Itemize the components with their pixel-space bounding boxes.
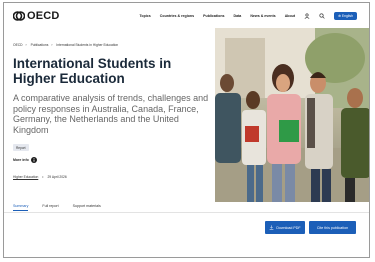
nav-topics[interactable]: Topics (139, 14, 150, 18)
topic-link[interactable]: Higher Education (13, 175, 38, 179)
tab-summary[interactable]: Summary (13, 204, 29, 211)
meta-separator: • (42, 175, 44, 179)
publication-date: 29 April 2026 (47, 175, 67, 179)
more-info-toggle[interactable]: More info (13, 157, 37, 163)
cite-publication-label: Cite this publication (316, 225, 349, 230)
cite-publication-button[interactable]: Cite this publication (309, 221, 356, 234)
page-subtitle: A comparative analysis of trends, challe… (13, 93, 209, 135)
search-icon[interactable] (319, 13, 325, 19)
download-pdf-button[interactable]: Download PDF (265, 221, 305, 234)
breadcrumb-separator: › (25, 43, 27, 47)
tab-support-materials[interactable]: Support materials (73, 204, 101, 211)
tabs-divider (4, 212, 369, 213)
download-pdf-label: Download PDF (276, 225, 301, 230)
breadcrumb-item-oecd[interactable]: OECD (13, 43, 23, 47)
nav-publications[interactable]: Publications (203, 14, 224, 18)
more-info-label: More info (13, 158, 29, 162)
logo-text: OECD (27, 10, 60, 22)
oecd-logo[interactable]: OECD (13, 10, 60, 22)
language-label: English (341, 14, 353, 18)
hero-image (215, 28, 369, 202)
breadcrumb-item-publications[interactable]: Publications (31, 43, 49, 47)
breadcrumb-separator: › (51, 43, 53, 47)
nav-news-events[interactable]: News & events (250, 14, 275, 18)
publication-meta: Higher Education • 29 April 2026 (13, 175, 67, 179)
user-icon[interactable] (304, 13, 310, 19)
info-icon (30, 157, 37, 163)
page-title: International Students in Higher Educati… (13, 56, 172, 86)
report-badge: Report (13, 144, 29, 151)
oecd-logo-icon (13, 11, 25, 21)
nav-countries-regions[interactable]: Countries & regions (160, 14, 194, 18)
nav-about[interactable]: About (285, 14, 295, 18)
site-header: OECD Topics Countries & regions Publicat… (4, 3, 369, 29)
main-nav: Topics Countries & regions Publications … (139, 12, 357, 20)
nav-data[interactable]: Data (234, 14, 242, 18)
page-frame: OECD Topics Countries & regions Publicat… (3, 2, 370, 258)
students-photo (215, 28, 369, 202)
breadcrumb: OECD › Publications › International Studen… (13, 43, 121, 47)
content-tabs: Summary Full report Support materials (13, 204, 101, 211)
breadcrumb-item-current: International Students in Higher Educati… (56, 43, 119, 47)
tab-full-report[interactable]: Full report (42, 204, 58, 211)
download-icon (270, 225, 274, 230)
language-button[interactable]: ⊕ English (334, 12, 357, 20)
